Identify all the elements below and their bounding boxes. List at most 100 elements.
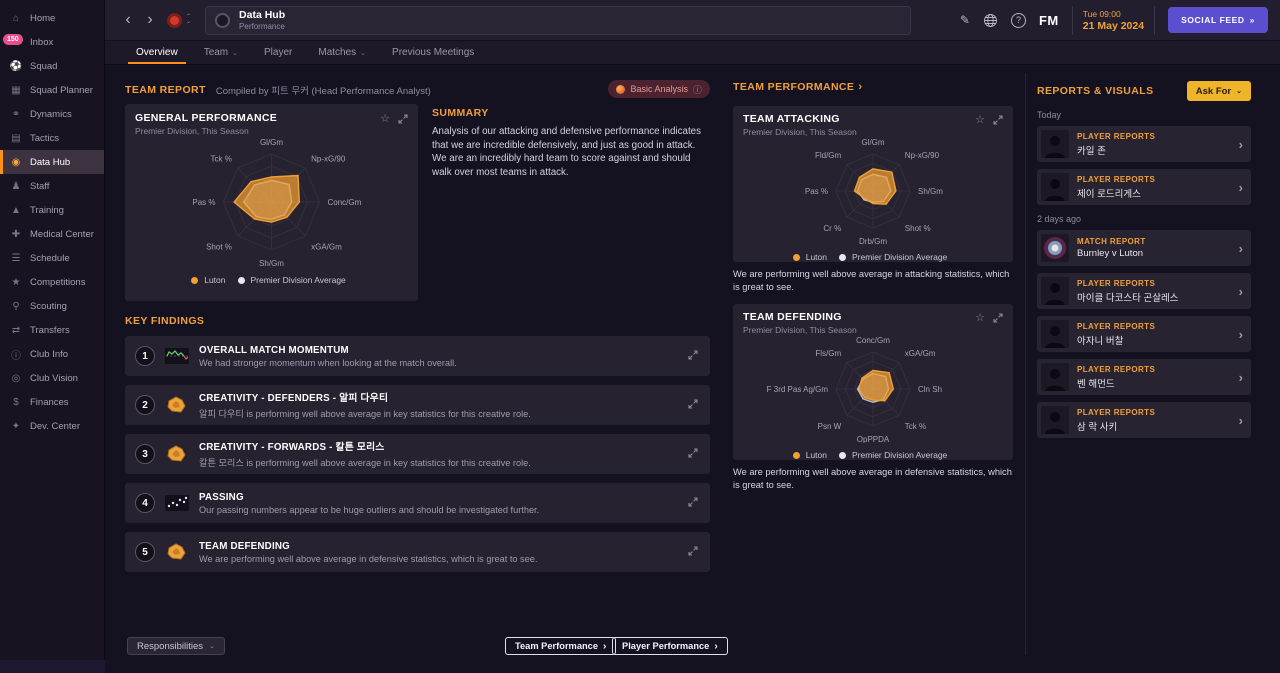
finding-number-badge: 5 <box>135 542 155 562</box>
squad-icon: ⚽ <box>9 60 23 72</box>
basic-analysis-chip[interactable]: Basic Analysis ⓘ <box>608 80 710 98</box>
expand-icon[interactable] <box>993 114 1003 125</box>
sidebar-item-transfers[interactable]: ⇄ Transfers <box>0 318 104 342</box>
finding-title: PASSING <box>199 491 244 503</box>
sidebar-item-dynamics[interactable]: ⚭ Dynamics <box>0 102 104 126</box>
forward-icon[interactable]: › <box>139 12 161 28</box>
player-avatar <box>1041 277 1069 305</box>
key-finding-card[interactable]: 4 PASSING Our passing numbers appear to be… <box>125 483 710 523</box>
key-finding-card[interactable]: 2 CREATIVITY - DEFENDERS - 알피 다우티 알피 다우티 i… <box>125 385 710 425</box>
player-report-item[interactable]: PLAYER REPORTS 카일 존 › <box>1037 126 1251 162</box>
club-badge[interactable] <box>167 12 182 28</box>
back-icon[interactable]: ‹ <box>117 12 139 28</box>
sidebar-item-finances[interactable]: $ Finances <box>0 390 104 414</box>
tab-previous-meetings[interactable]: Previous Meetings <box>379 41 487 64</box>
club-switch-carets[interactable]: ⌃ ⌄ <box>186 14 191 25</box>
sidebar-item-dev-center[interactable]: ✦ Dev. Center <box>0 414 104 438</box>
help-icon[interactable]: ? <box>1010 12 1026 28</box>
match-report-item[interactable]: MATCH REPORT Burnley v Luton › <box>1037 230 1251 266</box>
vertical-divider <box>1025 73 1026 655</box>
sidebar-item-schedule[interactable]: ☰ Schedule <box>0 246 104 270</box>
player-report-item[interactable]: PLAYER REPORTS 마이클 다코스타 곤살레스 › <box>1037 273 1251 309</box>
expand-icon[interactable] <box>688 494 698 512</box>
finding-number-badge: 4 <box>135 493 155 513</box>
team-performance-header[interactable]: TEAM PERFORMANCE › <box>733 81 1013 93</box>
continue-date[interactable]: Tue 09:00 21 May 2024 <box>1071 5 1156 35</box>
svg-text:Np-xG/90: Np-xG/90 <box>311 154 346 163</box>
sidebar-item-home[interactable]: ⌂ Home <box>0 6 104 30</box>
tab-overview[interactable]: Overview <box>123 41 191 64</box>
medical-center-icon: ✚ <box>11 228 21 240</box>
expand-icon[interactable] <box>398 113 408 124</box>
edit-icon[interactable]: ✎ <box>960 13 970 27</box>
finding-description: Our passing numbers appear to be huge ou… <box>199 504 540 515</box>
player-report-item[interactable]: PLAYER REPORTS 제이 로드리게스 › <box>1037 169 1251 205</box>
sidebar-item-data-hub[interactable]: ◉ Data Hub <box>0 150 104 174</box>
sidebar-item-label: Club Info <box>30 348 69 360</box>
home-icon: ⌂ <box>12 12 20 24</box>
social-feed-label: SOCIAL FEED <box>1181 15 1245 25</box>
reports-list: Today PLAYER REPORTS 카일 존 › PLAYER REPORTS 제이… <box>1037 110 1251 438</box>
favorite-star-icon[interactable]: ☆ <box>975 311 985 324</box>
report-category: PLAYER REPORTS <box>1077 278 1156 288</box>
svg-text:Tck %: Tck % <box>905 422 926 431</box>
svg-text:xGA/Gm: xGA/Gm <box>311 243 342 252</box>
team-performance-button[interactable]: Team Performance › <box>505 637 617 655</box>
reports-header-row: REPORTS & VISUALS Ask For ⌄ <box>1037 81 1251 101</box>
page-subtitle: Performance <box>239 22 285 31</box>
svg-text:Cln Sh: Cln Sh <box>918 385 942 394</box>
player-report-item[interactable]: PLAYER REPORTS 벤 해먼드 › <box>1037 359 1251 395</box>
top-bar-actions: ✎ ? FM Tue 09:00 21 May 2024 SOCIAL FEED… <box>960 5 1280 35</box>
world-icon[interactable] <box>983 13 998 28</box>
team-defending-summary: We are performing well above average in … <box>733 467 1012 490</box>
expand-icon[interactable] <box>688 347 698 365</box>
club-info-icon: ⓘ <box>11 350 21 362</box>
favorite-star-icon[interactable]: ☆ <box>975 113 985 126</box>
sidebar-item-scouting[interactable]: ⚲ Scouting <box>0 294 104 318</box>
player-report-item[interactable]: PLAYER REPORTS 아자니 버찰 › <box>1037 316 1251 352</box>
report-texts: PLAYER REPORTS 벤 해먼드 <box>1077 365 1231 390</box>
chevron-right-icon: › <box>1238 369 1243 385</box>
key-finding-card[interactable]: 5 TEAM DEFENDING We are performing well ab… <box>125 532 710 572</box>
social-feed-button[interactable]: SOCIAL FEED » <box>1168 7 1268 33</box>
player-performance-button[interactable]: Player Performance › <box>612 637 728 655</box>
sidebar-item-staff[interactable]: ♟ Staff <box>0 174 104 198</box>
expand-icon[interactable] <box>688 396 698 414</box>
ask-for-button[interactable]: Ask For ⌄ <box>1186 81 1251 101</box>
luton-legend-dot <box>191 276 199 284</box>
tab-player[interactable]: Player <box>251 41 305 64</box>
tab-team[interactable]: Team ⌄ <box>191 41 251 64</box>
responsibilities-button[interactable]: Responsibilities ⌄ <box>127 637 225 655</box>
tab-label: Player <box>264 47 293 58</box>
sidebar-item-tactics[interactable]: ▤ Tactics <box>0 126 104 150</box>
svg-text:Tck %: Tck % <box>211 154 232 163</box>
sidebar-item-inbox[interactable]: ✉Inbox150 <box>0 30 104 54</box>
chevron-right-icon: › <box>1238 283 1243 299</box>
expand-icon[interactable] <box>993 313 1003 323</box>
expand-icon[interactable] <box>688 445 698 463</box>
player-report-item[interactable]: PLAYER REPORTS 삼 락 사키 › <box>1037 402 1251 438</box>
sidebar-item-squad-planner[interactable]: ▦ Squad Planner <box>0 78 104 102</box>
report-name: 마이클 다코스타 곤살레스 <box>1077 292 1179 304</box>
finding-description: We had stronger momentum when looking at… <box>199 357 457 368</box>
club-vision-icon: ◎ <box>11 372 21 384</box>
staff-icon: ♟ <box>11 180 21 192</box>
chevron-right-icon: › <box>1238 179 1243 195</box>
sidebar-item-club-vision[interactable]: ◎ Club Vision <box>0 366 104 390</box>
screen-title-field[interactable]: Data Hub Performance <box>205 5 912 35</box>
favorite-star-icon[interactable]: ☆ <box>380 112 390 125</box>
expand-icon[interactable] <box>688 543 698 561</box>
sidebar-item-club-info[interactable]: ⓘ Club Info <box>0 342 104 366</box>
sidebar: ⌂Home✉Inbox150⚽Squad▦Squad Planner⚭Dynam… <box>0 0 105 673</box>
sidebar-item-squad[interactable]: ⚽ Squad <box>0 54 104 78</box>
sidebar-item-training[interactable]: ▲ Training <box>0 198 104 222</box>
key-finding-card[interactable]: 1 OVERALL MATCH MOMENTUM We had stronger m… <box>125 336 710 376</box>
tab-matches[interactable]: Matches ⌄ <box>305 41 379 64</box>
scatter-icon <box>165 494 189 512</box>
sidebar-item-competitions[interactable]: ★ Competitions <box>0 270 104 294</box>
key-finding-card[interactable]: 3 CREATIVITY - FORWARDS - 칼튼 모리스 칼튼 모리스 is… <box>125 434 710 474</box>
chevron-right-icon: › <box>1238 326 1243 342</box>
fm-logo: FM <box>1038 12 1059 28</box>
panel-subtitle: Premier Division, This Season <box>135 126 249 136</box>
sidebar-item-medical-center[interactable]: ✚ Medical Center <box>0 222 104 246</box>
